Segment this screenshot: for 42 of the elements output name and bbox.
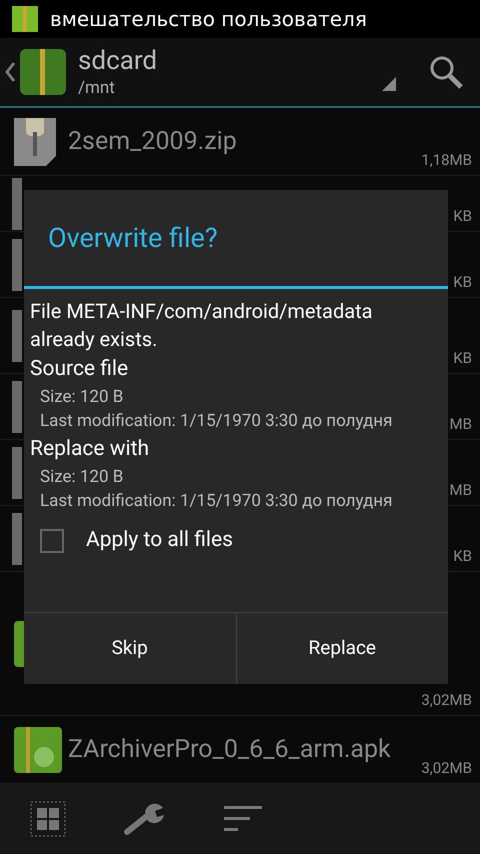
archive-app-icon [20, 49, 66, 95]
file-name[interactable]: 2sem_2009.zip [68, 126, 408, 158]
file-size: KB [453, 206, 472, 226]
sort-icon[interactable] [224, 804, 264, 834]
file-icon [12, 310, 22, 362]
dialog-button[interactable]: Replace [236, 613, 448, 684]
file-size: MB [450, 480, 472, 500]
checkbox[interactable] [40, 528, 64, 553]
file-icon [12, 380, 22, 432]
file-size: 3,02MB [421, 690, 472, 710]
section-heading: Source file [30, 356, 130, 383]
file-icon [12, 238, 22, 290]
folder-title: sdcard [78, 45, 158, 78]
file-size: KB [453, 546, 472, 566]
checkbox-label: Apply to all files [86, 527, 233, 554]
chevron-left-icon[interactable] [4, 61, 16, 83]
dropdown-triangle-icon[interactable] [382, 77, 396, 91]
file-size: 3,02MB [421, 758, 472, 778]
section-heading: Replace with [30, 436, 150, 463]
zip-file-icon [12, 116, 58, 168]
dialog-message: File META-INF/com/android/metadata already exists. [30, 298, 374, 353]
wrench-icon[interactable] [123, 802, 165, 836]
archive-app-icon [12, 6, 38, 32]
file-icon [12, 446, 22, 498]
file-size-info: Size: 120 B [39, 466, 124, 489]
modification-date: Last modification: 1/15/1970 3:30 до полудня [39, 490, 394, 513]
file-icon [12, 178, 22, 230]
folder-path: /mnt [78, 78, 116, 99]
file-size: KB [453, 272, 472, 292]
file-size: KB [453, 348, 472, 368]
modification-date: Last modification: 1/15/1970 3:30 до полудня [39, 410, 394, 433]
dialog-button[interactable]: Skip [24, 613, 236, 684]
grid-view-icon[interactable] [30, 801, 66, 837]
file-icon [12, 512, 22, 564]
file-size: 1,18MB [421, 150, 472, 170]
search-icon[interactable] [428, 54, 464, 90]
file-size-info: Size: 120 B [39, 386, 124, 409]
file-size: MB [450, 414, 472, 434]
file-name[interactable]: ZArchiverPro_0_6_6_arm.apk [68, 734, 408, 766]
dialog-title: Overwrite file? [48, 220, 218, 256]
android-archive-icon [12, 724, 64, 774]
status-title: вмешательство пользователя [50, 6, 367, 33]
